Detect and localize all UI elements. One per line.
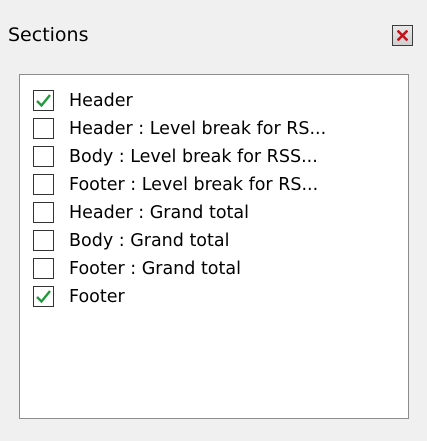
list-item-footer-grand-total[interactable]: Footer : Grand total — [33, 255, 403, 282]
close-icon — [397, 30, 408, 41]
list-item-footer-level-break[interactable]: Footer : Level break for RS... — [33, 171, 403, 198]
checkbox-header[interactable] — [33, 90, 54, 111]
list-item-label: Footer : Level break for RS... — [69, 174, 319, 195]
list-item-label: Footer — [69, 286, 125, 307]
panel-title: Sections — [8, 24, 89, 46]
checkbox-footer-grand-total[interactable] — [33, 258, 54, 279]
checkbox-footer[interactable] — [33, 286, 54, 307]
list-item-label: Header : Grand total — [69, 202, 249, 223]
list-item-header[interactable]: Header — [33, 87, 403, 114]
check-icon — [36, 290, 51, 304]
close-button[interactable] — [392, 25, 413, 46]
list-item-footer[interactable]: Footer — [33, 283, 403, 310]
checkbox-body-grand-total[interactable] — [33, 230, 54, 251]
sections-list[interactable]: Header Header : Level break for RS... Bo… — [19, 74, 409, 419]
checkbox-header-grand-total[interactable] — [33, 202, 54, 223]
list-item-body-grand-total[interactable]: Body : Grand total — [33, 227, 403, 254]
checkbox-body-level-break[interactable] — [33, 146, 54, 167]
list-item-header-grand-total[interactable]: Header : Grand total — [33, 199, 403, 226]
checkbox-header-level-break[interactable] — [33, 118, 54, 139]
list-item-body-level-break[interactable]: Body : Level break for RSS... — [33, 143, 403, 170]
list-item-header-level-break[interactable]: Header : Level break for RS... — [33, 115, 403, 142]
panel-title-bar: Sections — [0, 0, 427, 50]
sections-panel: Sections Header Header : Level break for… — [0, 0, 427, 441]
list-item-label: Footer : Grand total — [69, 258, 241, 279]
checkbox-footer-level-break[interactable] — [33, 174, 54, 195]
list-item-label: Body : Level break for RSS... — [69, 146, 318, 167]
list-item-label: Body : Grand total — [69, 230, 230, 251]
list-item-label: Header : Level break for RS... — [69, 118, 327, 139]
list-item-label: Header — [69, 90, 133, 111]
check-icon — [36, 94, 51, 108]
